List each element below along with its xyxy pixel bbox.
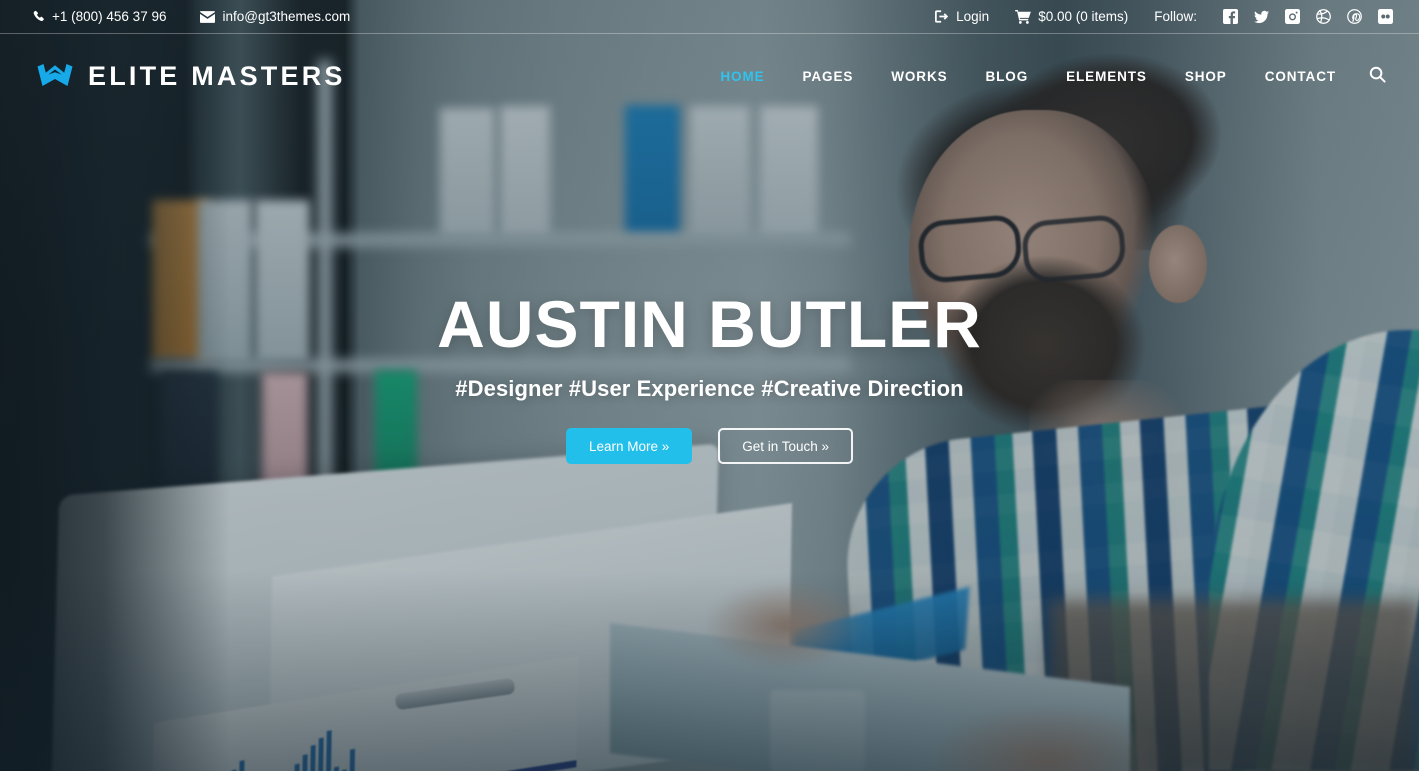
twitter-icon[interactable] (1254, 9, 1269, 24)
learn-more-button[interactable]: Learn More » (565, 428, 693, 465)
nav-item-works[interactable]: WORKS (872, 61, 966, 92)
search-icon (1369, 66, 1386, 86)
email-address: info@gt3themes.com (222, 9, 351, 24)
nav-item-shop[interactable]: SHOP (1166, 61, 1246, 92)
login-icon (935, 10, 949, 23)
main-navigation: HOME PAGES WORKS BLOG ELEMENTS SHOP CONT… (701, 61, 1419, 92)
flickr-icon[interactable] (1378, 9, 1393, 24)
phone-number: +1 (800) 456 37 96 (52, 9, 167, 24)
topbar-contact-group: +1 (800) 456 37 96 info@gt3themes.com (0, 9, 350, 24)
cart-total: $0.00 (0 items) (1038, 9, 1129, 24)
nav-item-pages[interactable]: PAGES (784, 61, 873, 92)
get-in-touch-button[interactable]: Get in Touch » (718, 428, 854, 465)
nav-item-contact[interactable]: CONTACT (1246, 61, 1355, 92)
hero-cta-group: Learn More » Get in Touch » (0, 428, 1419, 465)
phone-icon (32, 10, 45, 23)
nav-item-blog[interactable]: BLOG (967, 61, 1048, 92)
pinterest-icon[interactable] (1347, 9, 1362, 24)
phone-link[interactable]: +1 (800) 456 37 96 (32, 9, 166, 24)
shopping-cart-icon (1015, 9, 1032, 24)
login-link[interactable]: Login (935, 9, 989, 24)
follow-label: Follow: (1154, 9, 1197, 24)
brand-name: ELITE MASTERS (88, 60, 346, 91)
cart-link[interactable]: $0.00 (0 items) (1015, 9, 1128, 24)
logo-link[interactable]: ELITE MASTERS (0, 61, 346, 92)
search-button[interactable] (1363, 62, 1391, 90)
instagram-icon[interactable] (1285, 9, 1300, 24)
email-link[interactable]: info@gt3themes.com (200, 9, 350, 24)
site-header: ELITE MASTERS HOME PAGES WORKS BLOG ELEM… (0, 34, 1419, 118)
hero-title: AUSTIN BUTLER (437, 287, 982, 361)
topbar-account-group: Login $0.00 (0 items) Follow: (935, 9, 1419, 24)
crown-logo-icon (36, 62, 74, 90)
login-label: Login (956, 9, 990, 24)
facebook-icon[interactable] (1223, 9, 1238, 24)
envelope-icon (200, 10, 216, 23)
hero-subtitle: #Designer #User Experience #Creative Dir… (455, 376, 964, 402)
top-utility-bar: +1 (800) 456 37 96 info@gt3themes.com Lo… (0, 0, 1419, 34)
nav-item-elements[interactable]: ELEMENTS (1047, 61, 1166, 92)
social-links (1223, 9, 1393, 24)
dribbble-icon[interactable] (1316, 9, 1331, 24)
nav-item-home[interactable]: HOME (701, 61, 783, 92)
